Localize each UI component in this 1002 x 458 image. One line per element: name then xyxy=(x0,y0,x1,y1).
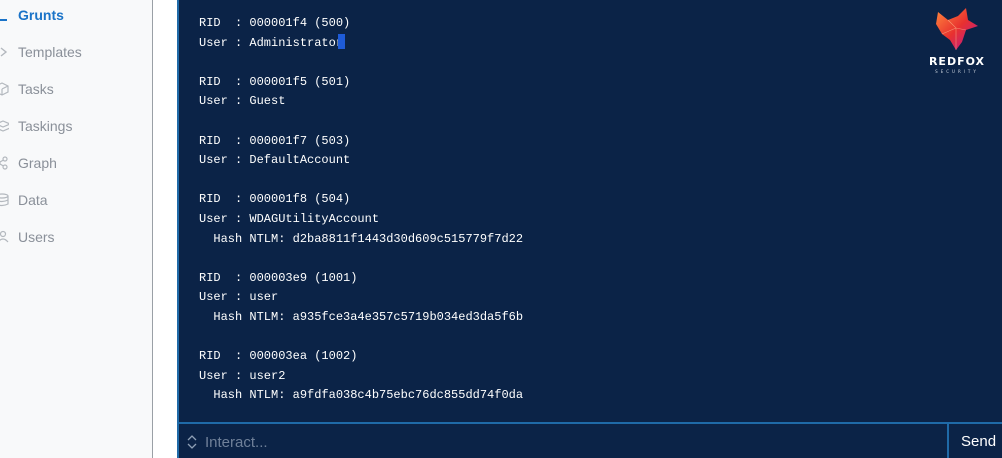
send-button[interactable]: Send xyxy=(947,424,1002,458)
users-icon xyxy=(0,230,11,244)
cube-icon xyxy=(0,82,11,96)
logo-text: REDFOX xyxy=(928,55,986,68)
sidebar-item-label: Data xyxy=(18,192,48,208)
chevron-right-icon xyxy=(0,45,11,59)
sidebar-item-tasks[interactable]: Tasks xyxy=(0,77,150,101)
sidebar-item-label: Templates xyxy=(18,44,82,60)
sidebar-item-templates[interactable]: Templates xyxy=(0,40,150,64)
sidebar-item-label: Users xyxy=(18,229,55,245)
sidebar-item-taskings[interactable]: Taskings xyxy=(0,114,150,138)
sidebar-item-label: Graph xyxy=(18,155,57,171)
sidebar-item-label: Tasks xyxy=(18,81,54,97)
sidebar-item-graph[interactable]: Graph xyxy=(0,151,150,175)
history-stepper-icon[interactable] xyxy=(185,432,199,452)
sidebar-item-label: Taskings xyxy=(18,118,73,134)
command-input-bar: Send xyxy=(177,424,1002,458)
interact-input[interactable] xyxy=(203,428,947,456)
layers-icon xyxy=(0,119,11,133)
sidebar-item-users[interactable]: Users xyxy=(0,225,150,249)
share-icon xyxy=(0,156,11,170)
fox-icon xyxy=(936,8,978,50)
logo-subtext: SECURITY xyxy=(935,69,979,74)
sidebar-item-grunts[interactable]: Grunts xyxy=(0,3,150,27)
sidebar-item-label: Grunts xyxy=(18,7,64,23)
terminal-output-panel: RID : 000001f4 (500) User : Administrato… xyxy=(177,0,1002,424)
terminal-output: RID : 000001f4 (500) User : Administrato… xyxy=(199,14,523,406)
sidebar: Grunts Templates Tasks Taskings Graph Da… xyxy=(0,0,153,458)
grunts-icon xyxy=(0,8,11,22)
content-gap xyxy=(153,0,177,458)
text-cursor xyxy=(338,34,345,49)
sidebar-item-data[interactable]: Data xyxy=(0,188,150,212)
database-icon xyxy=(0,193,11,207)
terminal-output-text: RID : 000001f4 (500) User : Administrato… xyxy=(199,16,524,403)
redfox-logo: REDFOX SECURITY xyxy=(918,6,996,74)
